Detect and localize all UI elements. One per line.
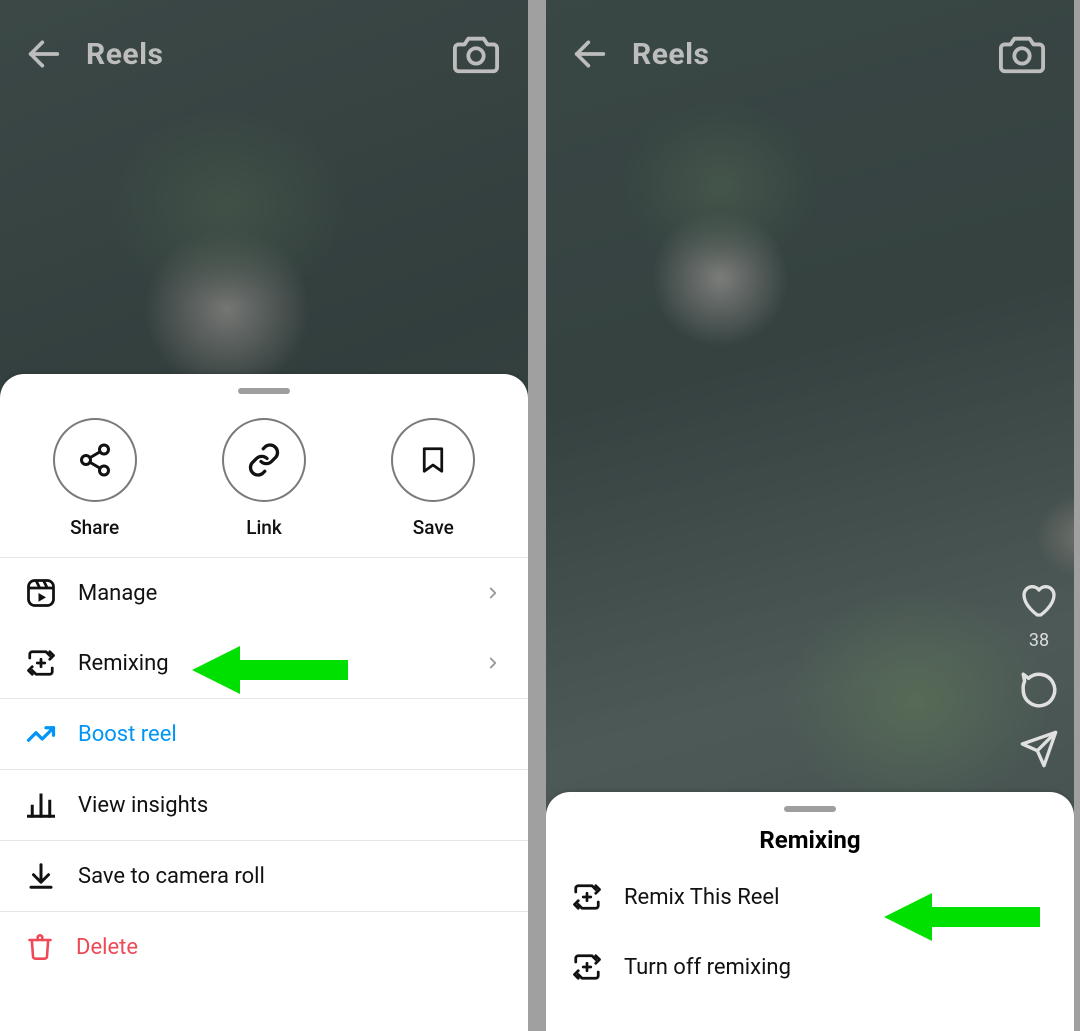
link-icon — [246, 442, 282, 478]
save-icon-circle — [391, 418, 475, 502]
sheet-grabber[interactable] — [238, 388, 290, 394]
page-title: Reels — [632, 37, 709, 72]
menu-save-camera-roll[interactable]: Save to camera roll — [0, 841, 528, 911]
topbar-right: Reels — [546, 0, 1074, 90]
screenshot-right: Reels 38 Remixing Remix This Reel Turn o… — [546, 0, 1074, 1031]
options-sheet: Share Link Save Manage — [0, 374, 528, 1031]
menu-manage[interactable]: Manage — [0, 558, 528, 628]
camera-button[interactable] — [446, 27, 506, 81]
save-action[interactable]: Save — [378, 418, 488, 539]
menu-insights-label: View insights — [78, 793, 208, 818]
comment-button[interactable] — [1018, 669, 1060, 711]
download-icon — [26, 861, 56, 891]
arrow-left-icon — [570, 34, 610, 74]
bar-chart-icon — [26, 790, 56, 820]
menu-delete-label: Delete — [76, 935, 138, 960]
bookmark-icon — [418, 442, 448, 478]
remix-icon — [26, 648, 56, 678]
engagement-rail: 38 — [1018, 580, 1060, 769]
remix-icon — [572, 882, 602, 912]
menu-remix-this-reel[interactable]: Remix This Reel — [546, 862, 1074, 932]
remix-icon — [572, 952, 602, 982]
menu-remixing[interactable]: Remixing — [0, 628, 528, 698]
send-button[interactable] — [1019, 729, 1059, 769]
share-label: Share — [70, 516, 119, 539]
back-button[interactable] — [22, 32, 66, 76]
menu-turn-off-label: Turn off remixing — [624, 955, 791, 980]
share-action[interactable]: Share — [40, 418, 150, 539]
share-icon-circle — [53, 418, 137, 502]
trend-up-icon — [26, 719, 56, 749]
sheet-grabber[interactable] — [784, 806, 836, 812]
menu-view-insights[interactable]: View insights — [0, 770, 528, 840]
camera-icon — [453, 33, 499, 75]
sheet-title: Remixing — [546, 814, 1074, 862]
remixing-sheet: Remixing Remix This Reel Turn off remixi… — [546, 792, 1074, 1031]
menu-manage-label: Manage — [78, 581, 157, 606]
save-label: Save — [413, 516, 454, 539]
like-button[interactable] — [1018, 580, 1060, 620]
link-icon-circle — [222, 418, 306, 502]
arrow-left-icon — [24, 34, 64, 74]
heart-icon — [1018, 580, 1060, 620]
chevron-right-icon — [484, 654, 502, 672]
menu-remixing-label: Remixing — [78, 651, 169, 676]
trash-icon — [26, 932, 54, 962]
camera-button[interactable] — [992, 27, 1052, 81]
chevron-right-icon — [484, 584, 502, 602]
menu-remix-this-label: Remix This Reel — [624, 885, 779, 910]
like-count: 38 — [1029, 630, 1049, 651]
back-button[interactable] — [568, 32, 612, 76]
camera-icon — [999, 33, 1045, 75]
send-icon — [1019, 729, 1059, 769]
link-label: Link — [246, 516, 282, 539]
share-icon — [77, 442, 113, 478]
quick-actions-row: Share Link Save — [0, 396, 528, 557]
page-title: Reels — [86, 37, 163, 72]
topbar-left: Reels — [0, 0, 528, 90]
menu-boost-label: Boost reel — [78, 722, 177, 747]
reels-manage-icon — [26, 578, 56, 608]
comment-icon — [1018, 669, 1060, 711]
screenshot-left: Reels Share Link — [0, 0, 528, 1031]
link-action[interactable]: Link — [209, 418, 319, 539]
menu-boost-reel[interactable]: Boost reel — [0, 699, 528, 769]
menu-turn-off-remixing[interactable]: Turn off remixing — [546, 932, 1074, 1002]
menu-save-roll-label: Save to camera roll — [78, 864, 265, 889]
menu-delete[interactable]: Delete — [0, 912, 528, 982]
